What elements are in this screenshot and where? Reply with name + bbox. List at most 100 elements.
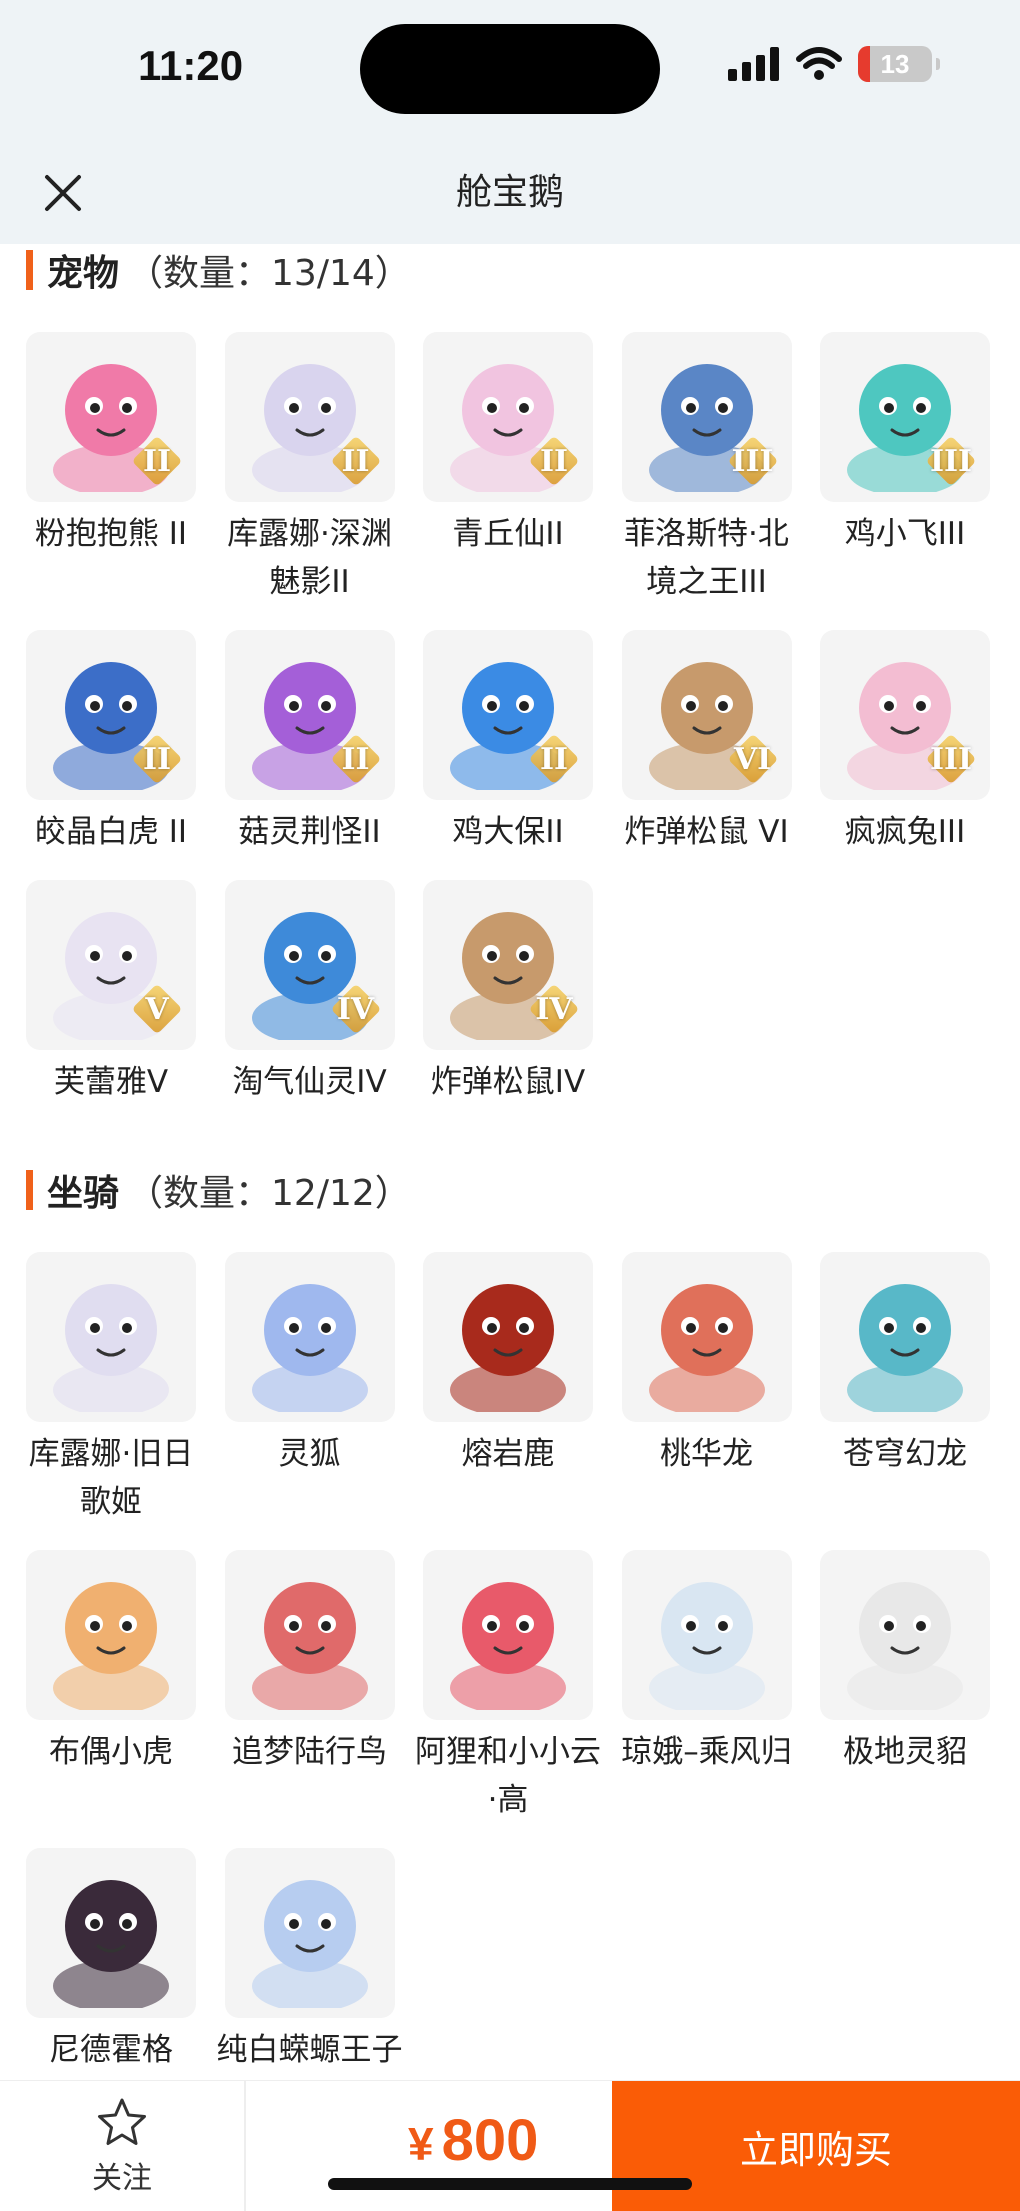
page-title: 舱宝鹅 [455,172,564,213]
mount-thumbnail [26,1550,196,1720]
pet-item[interactable]: II 鸡大保II [423,630,593,880]
tier-badge: III [726,434,780,488]
pet-name: 皎晶白虎 II [34,814,188,850]
pet-item[interactable]: IV 淘气仙灵IV [224,880,395,1130]
character-art [450,1582,566,1710]
pet-name: 鸡大保II [452,814,564,850]
mount-name: 纯白蝾螈王子 [216,2032,403,2068]
pet-thumbnail: III [820,630,990,800]
star-icon [98,2098,146,2145]
pet-thumbnail: II [26,630,196,800]
pets-count: （数量：13/14） [127,253,411,294]
pet-thumbnail: II [224,630,395,800]
tier-badge: V [130,982,184,1036]
tier-badge: II [130,732,184,786]
character-art [251,1284,368,1412]
pet-item[interactable]: III 疯疯兔III [820,630,990,880]
tier-label: III [929,741,973,777]
pet-name: 菲洛斯特·北境之王III [624,516,789,600]
content-scroll[interactable]: 宠物 （数量：13/14） II 粉抱抱熊 II II 库露娜·深渊魅影II II 青丘仙… [0,244,1020,2080]
header: 11:20 13 舱宝鹅 [0,0,1020,244]
mount-name: 灵狐 [278,1436,341,1472]
pet-thumbnail: III [621,332,792,502]
mount-name: 桃华龙 [660,1436,753,1472]
pet-item[interactable]: II 粉抱抱熊 II [26,332,196,630]
character-art [450,1284,566,1412]
follow-button[interactable]: 关注 [0,2081,244,2211]
mount-name: 追梦陆行鸟 [232,1734,387,1770]
mount-item[interactable]: 灵狐 [224,1252,395,1550]
mounts-title: 坐骑 [47,1173,120,1214]
wifi-icon [796,47,842,80]
dynamic-island [360,24,660,114]
mount-thumbnail [621,1252,792,1422]
tier-label: II [539,443,569,479]
tier-badge: IV [329,982,383,1036]
mount-thumbnail [423,1252,593,1422]
mount-item[interactable]: 桃华龙 [621,1252,792,1550]
pet-name: 鸡小飞III [844,516,966,552]
section-accent-bar [26,250,33,290]
tier-badge: II [527,434,581,488]
mount-name: 极地灵貂 [843,1734,967,1770]
pet-name: 青丘仙II [452,516,564,552]
pet-thumbnail: II [224,332,395,502]
pet-item[interactable]: II 库露娜·深渊魅影II [224,332,395,630]
mount-name: 库露娜·旧日歌姬 [28,1436,194,1520]
mount-item[interactable]: 熔岩鹿 [423,1252,593,1550]
signal-icon [728,47,779,81]
tier-badge: VI [726,732,780,786]
pets-section-title: 宠物 （数量：13/14） [26,244,411,296]
status-icons: 13 [728,46,940,82]
mount-item[interactable]: 库露娜·旧日歌姬 [26,1252,196,1550]
pet-thumbnail: II [423,630,593,800]
pet-name: 芙蕾雅V [53,1064,169,1100]
mount-item[interactable]: 纯白蝾螈王子 [217,1848,403,2080]
mount-item[interactable]: 极地灵貂 [820,1550,990,1848]
mount-item[interactable]: 追梦陆行鸟 [224,1550,395,1848]
mount-item[interactable]: 阿狸和小小云·高 [415,1550,601,1848]
pets-grid: II 粉抱抱熊 II II 库露娜·深渊魅影II II 青丘仙II III 菲洛斯特·北境之王… [26,332,990,1130]
character-art [251,1582,368,1710]
mount-thumbnail [224,1848,395,2018]
mount-name: 苍穹幻龙 [843,1436,967,1472]
mount-item[interactable]: 布偶小虎 [26,1550,196,1848]
bottom-bar: 关注 ¥800 立即购买 [0,2080,1020,2211]
pet-thumbnail: VI [621,630,792,800]
pet-item[interactable]: II 青丘仙II [423,332,593,630]
pet-name: 炸弹松鼠IV [430,1064,586,1100]
mount-item[interactable]: 苍穹幻龙 [820,1252,990,1550]
status-time: 11:20 [138,42,244,89]
buy-now-button[interactable]: 立即购买 [612,2081,1020,2211]
tier-badge: III [924,732,978,786]
pet-thumbnail: V [26,880,196,1050]
mount-item[interactable]: 琼娥–乘风归 [621,1550,792,1848]
mount-name: 布偶小虎 [49,1734,173,1770]
tier-badge: II [130,434,184,488]
pet-thumbnail: II [423,332,593,502]
tier-label: II [142,741,172,777]
mount-thumbnail [26,1252,196,1422]
pet-item[interactable]: III 鸡小飞III [820,332,990,630]
mount-thumbnail [820,1252,990,1422]
mount-thumbnail [423,1550,593,1720]
tier-badge: IV [527,982,581,1036]
pet-item[interactable]: IV 炸弹松鼠IV [423,880,593,1130]
pet-name: 淘气仙灵IV [232,1064,387,1100]
price-value: 800 [441,2108,539,2173]
character-art [847,1582,963,1710]
pet-item[interactable]: III 菲洛斯特·北境之王III [621,332,792,630]
mount-item[interactable]: 尼德霍格 [26,1848,196,2080]
tier-label: II [341,443,370,479]
tier-label: VI [733,741,772,777]
pet-item[interactable]: II 皎晶白虎 II [26,630,196,880]
pet-item[interactable]: V 芙蕾雅V [26,880,196,1130]
mount-name: 阿狸和小小云·高 [415,1734,601,1818]
pet-item[interactable]: VI 炸弹松鼠 VI [621,630,792,880]
price: ¥800 [408,2107,538,2174]
pet-item[interactable]: II 菇灵荆怪II [224,630,395,880]
mount-name: 熔岩鹿 [461,1436,555,1472]
tier-label: V [145,991,169,1027]
mounts-grid: 库露娜·旧日歌姬 灵狐 熔岩鹿 桃华龙 苍穹幻龙布偶小虎 追梦陆行鸟 阿狸和小小云·高 琼娥–… [26,1252,990,2080]
tier-label: IV [336,991,375,1027]
